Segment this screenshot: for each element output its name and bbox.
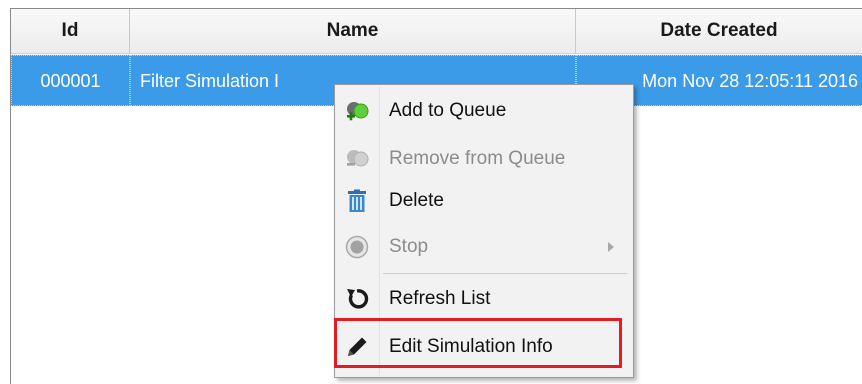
menu-item-label: Refresh List <box>389 288 491 309</box>
refresh-icon <box>345 287 369 311</box>
highlight-box <box>334 318 622 368</box>
column-header-date-created[interactable]: Date Created <box>576 9 862 53</box>
trash-icon <box>345 189 369 213</box>
column-header-id[interactable]: Id <box>11 9 130 53</box>
remove-queue-icon <box>345 147 369 171</box>
menu-item-label: Stop <box>389 236 429 257</box>
menu-item-stop[interactable]: Stop <box>335 229 633 265</box>
menu-item-delete[interactable]: Delete <box>335 183 633 219</box>
menu-item-label: Delete <box>389 190 444 211</box>
menu-separator <box>383 273 627 274</box>
cell-id: 000001 <box>11 55 130 106</box>
menu-item-label: Remove from Queue <box>389 148 566 169</box>
menu-item-add-to-queue[interactable]: Add to Queue <box>335 93 633 129</box>
menu-item-label: Add to Queue <box>389 100 507 121</box>
menu-item-refresh-list[interactable]: Refresh List <box>335 281 633 317</box>
menu-item-remove-from-queue[interactable]: Remove from Queue <box>335 141 633 177</box>
add-queue-icon <box>345 99 369 123</box>
table-header: Id Name Date Created <box>11 9 862 54</box>
submenu-arrow-icon <box>608 242 614 252</box>
column-header-name[interactable]: Name <box>130 9 576 53</box>
stop-icon <box>345 235 369 259</box>
